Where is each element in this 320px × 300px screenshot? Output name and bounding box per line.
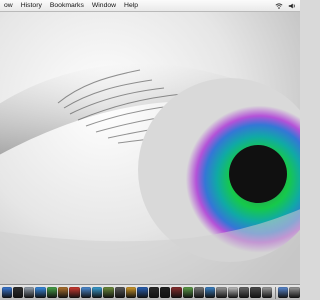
camera-icon[interactable]: [239, 287, 250, 298]
pupil: [229, 145, 287, 203]
iweb-icon[interactable]: [137, 287, 148, 298]
menu-item-window[interactable]: Window: [88, 0, 120, 11]
system-preferences-icon[interactable]: [193, 287, 205, 298]
volume-icon[interactable]: [288, 2, 296, 10]
menu-item-bookmarks[interactable]: Bookmarks: [46, 0, 88, 11]
desktop-wallpaper: [0, 0, 300, 300]
printer-icon[interactable]: [261, 287, 272, 298]
activity-monitor-icon[interactable]: [182, 287, 193, 298]
terminal-icon[interactable]: [159, 287, 171, 298]
itunes-icon[interactable]: [92, 287, 103, 298]
widget-icon[interactable]: [227, 287, 239, 298]
dashboard-icon[interactable]: [12, 287, 24, 298]
finder-icon[interactable]: [1, 287, 12, 298]
network-icon[interactable]: [205, 287, 216, 298]
menu-item-view[interactable]: ow: [0, 0, 17, 11]
wifi-icon[interactable]: [275, 2, 283, 10]
idvd-icon[interactable]: [148, 287, 159, 298]
folder-icon[interactable]: [277, 287, 289, 298]
menu-item-history[interactable]: History: [17, 0, 46, 11]
ical-icon[interactable]: [69, 287, 80, 298]
safari-icon[interactable]: [35, 287, 46, 298]
disk-icon[interactable]: [216, 287, 227, 298]
ichat-icon[interactable]: [46, 287, 58, 298]
dock-separator: [274, 286, 276, 299]
garageband-icon[interactable]: [125, 287, 137, 298]
imovie-icon[interactable]: [114, 287, 125, 298]
mail-icon[interactable]: [24, 287, 35, 298]
address-book-icon[interactable]: [58, 287, 69, 298]
menu-item-help[interactable]: Help: [120, 0, 142, 11]
menubar: ow History Bookmarks Window Help: [0, 0, 300, 12]
iphoto-icon[interactable]: [103, 287, 114, 298]
calculator-icon[interactable]: [250, 287, 261, 298]
status-area: [275, 0, 296, 11]
eye-wallpaper: [0, 0, 300, 300]
dock: [0, 284, 300, 300]
photo-booth-icon[interactable]: [171, 287, 182, 298]
trash-icon[interactable]: [289, 287, 300, 298]
preview-icon[interactable]: [80, 287, 91, 298]
